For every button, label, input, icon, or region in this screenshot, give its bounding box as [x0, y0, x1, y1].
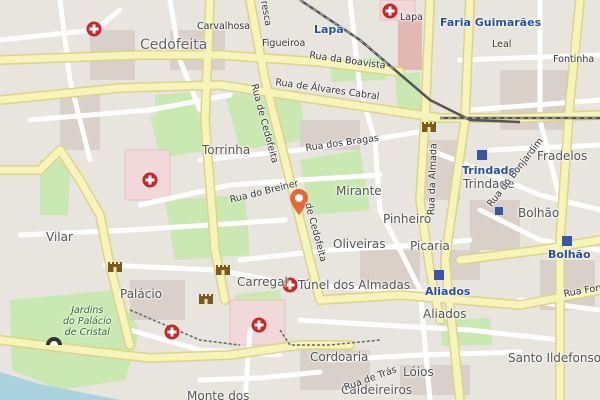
label-carvalhosa: Carvalhosa: [197, 21, 251, 32]
label-bolhao-station: Bolhão: [548, 248, 591, 261]
label-fontinha: Fontinha: [553, 54, 595, 65]
label-lapa-district: Lapa: [314, 23, 344, 36]
label-leal: Leal: [492, 39, 512, 50]
label-picaria: Picaria: [410, 239, 450, 253]
hospital-icon[interactable]: [251, 317, 267, 333]
metro-icon[interactable]: [434, 270, 444, 280]
label-tunel-dos-almadas: Túnel dos Almadas: [298, 278, 411, 292]
metro-icon[interactable]: [477, 150, 487, 160]
label-monte-dos: Monte dos: [187, 389, 250, 400]
metro-icon[interactable]: [495, 207, 503, 215]
map-view[interactable]: Cedofeita Lapa Faria Guimarães Trindade …: [0, 0, 600, 400]
label-faria-guimaraes: Faria Guimarães: [440, 16, 542, 29]
castle-icon[interactable]: [198, 290, 214, 304]
label-lapa: Lapa: [400, 12, 423, 23]
label-pinheiro: Pinheiro: [383, 212, 432, 226]
label-cedofeita: Cedofeita: [140, 37, 208, 53]
label-loios: Lóios: [403, 365, 434, 379]
hospital-icon[interactable]: [142, 172, 158, 188]
label-santo-ildefonso: Santo Ildefonso: [508, 351, 600, 365]
label-mirante: Mirante: [336, 184, 382, 198]
label-oliveiras: Oliveiras: [333, 237, 386, 251]
tunnel-icon[interactable]: [45, 332, 63, 346]
label-bolhao: Bolhão: [518, 206, 560, 220]
street-rua-da-almada: Rua da Almada: [426, 143, 440, 216]
label-vilar: Vilar: [46, 230, 73, 244]
castle-icon[interactable]: [215, 261, 231, 275]
hospital-icon[interactable]: [86, 21, 102, 37]
hospital-icon[interactable]: [164, 324, 180, 340]
label-aliados-station: Aliados: [425, 285, 471, 298]
label-fradelos: Fradelos: [537, 149, 588, 163]
hospital-icon[interactable]: [382, 3, 398, 19]
label-aliados: Aliados: [423, 307, 467, 321]
label-jardins-palacio-cristal: Jardins do Palácio de Cristal: [63, 305, 112, 338]
label-figueiroa: Figueiroa: [262, 38, 306, 49]
castle-icon[interactable]: [107, 258, 123, 272]
label-torrinha: Torrinha: [202, 143, 251, 157]
metro-icon[interactable]: [562, 236, 572, 246]
label-palacio: Palácio: [120, 287, 163, 301]
castle-icon[interactable]: [421, 118, 437, 132]
label-cordoaria: Cordoaria: [310, 350, 369, 364]
label-carregal: Carregal: [237, 275, 288, 289]
